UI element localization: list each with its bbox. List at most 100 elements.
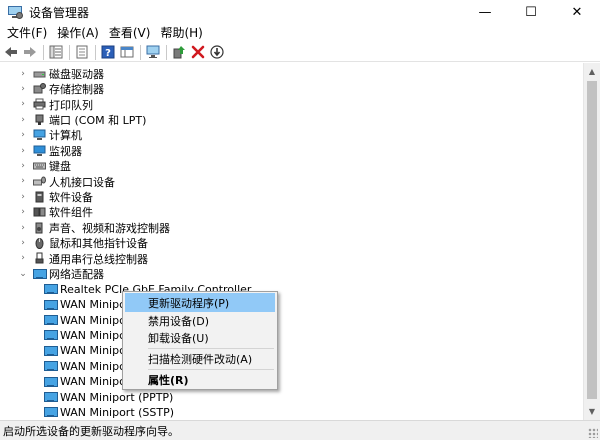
tree-item-mice[interactable]: › 鼠标和其他指针设备 <box>18 235 148 250</box>
hid-icon <box>33 175 46 187</box>
menu-action[interactable]: 操作(A) <box>52 24 104 43</box>
toolbar-separator <box>43 44 44 60</box>
back-button[interactable] <box>3 44 19 60</box>
ctx-item-label: 更新驱动程序(P) <box>148 296 230 310</box>
window-controls: — ☐ ✕ <box>462 0 600 24</box>
scan-monitor-icon <box>146 45 160 58</box>
ctx-item-label: 禁用设备(D) <box>148 314 210 328</box>
menu-bar: 文件(F) 操作(A) 查看(V) 帮助(H) <box>0 24 600 43</box>
expand-chevron-icon[interactable]: › <box>18 99 28 109</box>
expand-chevron-icon[interactable]: › <box>18 176 28 186</box>
tree-item-label: 通用串行总线控制器 <box>49 252 148 266</box>
expand-chevron-icon[interactable]: › <box>18 192 28 202</box>
forward-arrow-icon <box>24 47 36 57</box>
tree-item-print-queues[interactable]: › 打印队列 <box>18 97 93 112</box>
uninstall-x-icon <box>191 45 205 59</box>
close-button[interactable]: ✕ <box>554 0 600 24</box>
expand-chevron-icon[interactable]: › <box>18 69 28 79</box>
expand-chevron-icon[interactable]: › <box>18 161 28 171</box>
menu-view[interactable]: 查看(V) <box>104 24 156 43</box>
update-driver-toolbar-button[interactable] <box>171 44 187 60</box>
resize-grip-icon[interactable] <box>588 428 598 438</box>
expand-chevron-icon[interactable]: › <box>18 238 28 248</box>
ctx-properties[interactable]: 属性(R) <box>125 370 275 389</box>
properties-button[interactable] <box>74 44 90 60</box>
view-button[interactable] <box>119 44 135 60</box>
tree-item-monitors[interactable]: › 监视器 <box>18 143 82 158</box>
network-device-wan-miniport-pptp[interactable]: WAN Miniport (PPTP) <box>39 389 173 404</box>
tree-item-disk-drives[interactable]: › 磁盘驱动器 <box>18 66 104 81</box>
tree-item-ports[interactable]: › 端口 (COM 和 LPT) <box>18 112 146 127</box>
network-device-wan-miniport[interactable]: WAN Minipc <box>39 297 125 312</box>
tree-item-label: 声音、视频和游戏控制器 <box>49 221 170 235</box>
tree-item-software-components[interactable]: › 软件组件 <box>18 205 93 220</box>
uninstall-toolbar-button[interactable] <box>190 44 206 60</box>
minimize-button[interactable]: — <box>462 0 508 24</box>
help-button[interactable]: ? <box>100 44 116 60</box>
mouse-icon <box>33 237 46 250</box>
tree-item-storage-controllers[interactable]: › 存储控制器 <box>18 81 104 96</box>
network-device-wan-miniport[interactable]: WAN Minipc <box>39 312 125 327</box>
menu-help[interactable]: 帮助(H) <box>155 24 207 43</box>
tree-item-label: 监视器 <box>49 144 82 158</box>
expand-chevron-icon[interactable]: › <box>18 223 28 233</box>
expand-chevron-icon[interactable]: › <box>18 115 28 125</box>
maximize-button[interactable]: ☐ <box>508 0 554 24</box>
tree-item-label: 软件组件 <box>49 206 93 220</box>
svg-text:?: ? <box>105 48 111 59</box>
enable-device-button[interactable] <box>209 44 225 60</box>
minimize-icon: — <box>478 4 492 20</box>
network-adapter-icon <box>33 268 46 280</box>
tree-item-label: 键盘 <box>49 160 71 174</box>
vertical-scrollbar[interactable]: ▲ ▼ <box>583 63 600 420</box>
properties-sheet-icon <box>76 45 88 59</box>
tree-item-label: 软件设备 <box>49 190 93 204</box>
disk-drive-icon <box>33 68 46 80</box>
toolbar-separator <box>140 44 141 60</box>
tree-item-software-devices[interactable]: › 软件设备 <box>18 189 93 204</box>
network-card-icon <box>44 391 57 403</box>
tree-item-hid[interactable]: › 人机接口设备 <box>18 174 115 189</box>
tree-item-network-adapters[interactable]: ⌄ 网络适配器 <box>18 266 104 281</box>
network-device-wan-miniport[interactable]: WAN Minipc <box>39 359 125 374</box>
tree-item-label: WAN Miniport (SSTP) <box>60 405 175 419</box>
menu-file[interactable]: 文件(F) <box>2 24 52 43</box>
tree-item-label: 计算机 <box>49 129 82 143</box>
expand-chevron-icon[interactable]: › <box>18 84 28 94</box>
scrollbar-thumb[interactable] <box>587 81 597 399</box>
scroll-up-arrow-icon[interactable]: ▲ <box>584 63 600 79</box>
scan-hardware-button[interactable] <box>145 44 161 60</box>
download-circle-icon <box>210 45 224 59</box>
device-manager-app-icon <box>7 4 23 20</box>
tree-item-label: WAN Miniport (PPTP) <box>60 390 174 404</box>
device-list-icon <box>49 45 63 59</box>
network-device-wan-miniport[interactable]: WAN Minipc <box>39 374 125 389</box>
expand-chevron-icon[interactable]: › <box>18 146 28 156</box>
tree-item-usb-controllers[interactable]: › 通用串行总线控制器 <box>18 251 148 266</box>
network-device-wan-miniport[interactable]: WAN Minipc <box>39 343 125 358</box>
collapse-chevron-icon[interactable]: ⌄ <box>18 269 28 279</box>
update-driver-icon <box>173 46 185 59</box>
expand-chevron-icon[interactable]: › <box>18 207 28 217</box>
show-hide-console-button[interactable] <box>48 44 64 60</box>
ctx-update-driver[interactable]: 更新驱动程序(P) <box>125 293 275 312</box>
speaker-icon <box>33 222 46 234</box>
printer-icon <box>33 98 46 110</box>
network-device-wan-miniport-sstp[interactable]: WAN Miniport (SSTP) <box>39 405 174 420</box>
forward-button[interactable] <box>22 44 38 60</box>
network-device-wan-miniport[interactable]: WAN Minipc <box>39 328 125 343</box>
ctx-uninstall-device[interactable]: 卸载设备(U) <box>125 328 275 347</box>
expand-chevron-icon[interactable]: › <box>18 130 28 140</box>
tree-item-computer[interactable]: › 计算机 <box>18 128 82 143</box>
tree-item-label: WAN Minipc <box>60 375 126 389</box>
expand-chevron-icon[interactable]: › <box>18 253 28 263</box>
status-text: 启动所选设备的更新驱动程序向导。 <box>3 424 179 438</box>
toolbar: ? <box>0 43 600 62</box>
ctx-item-label: 属性(R) <box>148 373 189 387</box>
tree-item-label: WAN Minipc <box>60 313 126 327</box>
tree-item-label: 端口 (COM 和 LPT) <box>49 113 147 127</box>
tree-item-keyboards[interactable]: › 键盘 <box>18 158 71 173</box>
ctx-scan-hardware[interactable]: 扫描检测硬件改动(A) <box>125 349 275 368</box>
tree-item-sound-video[interactable]: › 声音、视频和游戏控制器 <box>18 220 170 235</box>
scroll-down-arrow-icon[interactable]: ▼ <box>584 403 600 419</box>
